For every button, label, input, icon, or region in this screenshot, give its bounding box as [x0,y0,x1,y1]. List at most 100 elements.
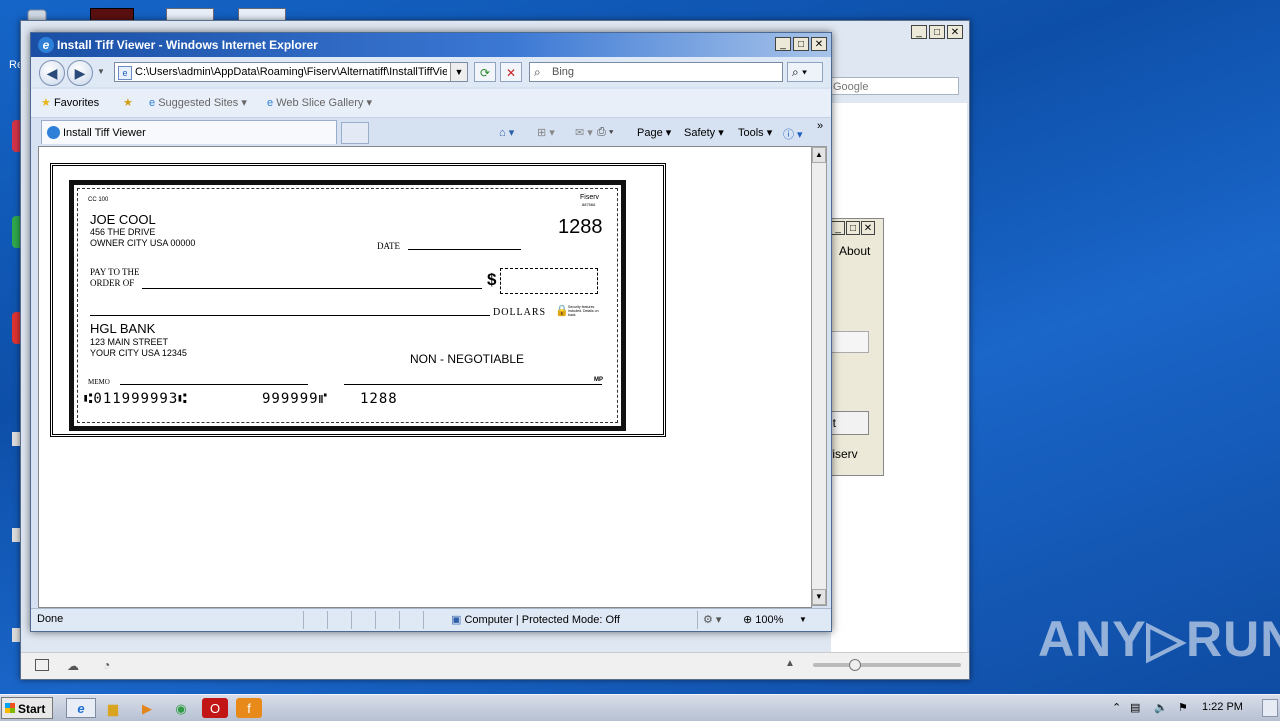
tab-title: Install Tiff Viewer [63,127,146,139]
protected-mode-icon[interactable]: ⚙ ▾ [703,613,721,626]
bank-address-1: 123 MAIN STREET [90,337,169,347]
about-menu[interactable]: About [839,244,870,258]
minimize-button[interactable]: _ [775,37,791,51]
bank-address-2: YOUR CITY USA 12345 [90,348,187,358]
feeds-icon[interactable]: ⊞ ▾ [537,126,555,139]
window-controls: _ □ ✕ [911,25,963,39]
home-icon[interactable]: ⌂ ▾ [499,126,514,139]
start-button[interactable]: Start [1,697,53,719]
new-tab-button[interactable] [341,122,369,144]
recent-pages-dropdown-icon[interactable]: ▼ [97,67,105,76]
more-tools-icon[interactable]: » [817,120,823,132]
view-icon[interactable] [35,659,49,671]
volume-icon[interactable]: 🔈 [1154,701,1168,714]
page-icon: e [118,66,132,80]
scroll-up-arrow[interactable]: ▲ [812,147,826,163]
search-input[interactable]: Bing [552,66,574,78]
amount-words-line [90,315,490,316]
ie-taskbar-icon[interactable]: e [66,698,96,718]
anyrun-watermark: ANY▷RUN [1038,611,1280,667]
fiserv-link[interactable]: fiserv [829,447,858,461]
text-field[interactable] [831,331,869,353]
minimize-button[interactable]: _ [831,221,845,235]
zoom-control[interactable]: ⊕ 100% [743,613,783,626]
tools-menu[interactable]: Tools ▾ [738,126,772,139]
page-menu[interactable]: Page ▾ [637,126,671,139]
payer-name: JOE COOL [90,212,156,227]
ie-window[interactable]: e Install Tiff Viewer - Windows Internet… [30,32,832,632]
add-favorite-icon[interactable]: ★ [123,96,133,109]
close-button[interactable]: ✕ [947,25,963,39]
tab-install-tiff-viewer[interactable]: Install Tiff Viewer [41,120,337,144]
search-input[interactable]: Google [829,77,959,95]
scroll-up-icon[interactable]: ▲ [785,658,795,669]
favorites-button[interactable]: ★ Favorites [41,96,99,109]
status-bar: ☁ ◔ ▲ [21,652,969,679]
security-note: Security features included. Details on b… [568,305,599,317]
gauge-icon[interactable]: ◔ [103,658,110,672]
clock[interactable]: 1:22 PM [1202,701,1243,713]
show-hidden-icons[interactable]: ⌃ [1112,701,1121,714]
non-negotiable-label: NON - NEGOTIABLE [410,352,525,366]
folder-icon[interactable]: ▆ [102,698,124,718]
cloud-icon[interactable]: ☁ [67,659,79,673]
chrome-icon[interactable]: ◉ [170,698,192,718]
forward-button[interactable]: ▶ [67,60,93,86]
installer-icon[interactable]: f [236,698,262,718]
star-icon: ★ [41,97,51,109]
zoom-slider[interactable] [813,659,961,671]
maximize-button[interactable]: □ [793,37,809,51]
mp-label: MP [594,377,603,383]
search-icon: ⌕ [534,65,541,79]
maximize-button[interactable]: □ [929,25,945,39]
favorites-bar: ★ Favorites ★ e Suggested Sites ▾ e Web … [31,89,831,118]
media-player-icon[interactable]: ▶ [136,698,158,718]
zoom-slider-knob[interactable] [849,659,861,671]
search-button[interactable]: ⌕ ▾ [787,62,823,82]
taskbar: Start e ▆ ▶ ◉ O f ⌃ ▤ 🔈 ⚑ 1:22 PM [0,694,1280,721]
micr-routing: ⑆011999993⑆ [84,391,188,407]
address-bar[interactable]: e C:\Users\admin\AppData\Roaming\Fiserv\… [114,62,468,82]
form-code: CC 100 [88,197,109,203]
computer-icon: ▣ [451,614,462,626]
page-content: CC 100 Fiserv 887566 JOE COOL 456 THE DR… [38,146,812,608]
maximize-button[interactable]: □ [846,221,860,235]
print-icon[interactable]: ⎙ ▾ [597,126,613,139]
tab-bar: Install Tiff Viewer ⌂ ▾ ⊞ ▾ ✉ ▾ ⎙ ▾ Page… [31,118,831,146]
close-button[interactable]: ✕ [811,37,827,51]
address-input[interactable]: C:\Users\admin\AppData\Roaming\Fiserv\Al… [135,66,447,78]
status-divider [303,611,304,629]
installer-dialog[interactable]: _ □ ✕ About it fiserv [828,218,884,476]
scroll-down-arrow[interactable]: ▼ [812,589,826,605]
mail-icon[interactable]: ✉ ▾ [575,126,593,139]
status-divider [351,611,352,629]
address-dropdown-icon[interactable]: ▼ [450,63,467,81]
minimize-button[interactable]: _ [911,25,927,39]
help-icon[interactable]: ⓘ ▾ [783,126,803,142]
close-button[interactable]: ✕ [861,221,875,235]
show-desktop-button[interactable] [1262,699,1278,717]
dialog-button[interactable]: it [829,411,869,435]
title-bar[interactable]: e Install Tiff Viewer - Windows Internet… [31,33,831,57]
status-divider [399,611,400,629]
stop-button[interactable]: ✕ [500,62,522,82]
back-button[interactable]: ◀ [39,60,65,86]
safety-menu[interactable]: Safety ▾ [684,126,724,139]
opera-icon[interactable]: O [202,698,228,718]
pay-to-label: PAY TO THE [90,267,140,277]
payer-address-1: 456 THE DRIVE [90,227,156,237]
memo-label: MEMO [88,378,110,386]
amount-box [500,268,598,294]
brand-code: 887566 [582,202,596,207]
search-box[interactable]: ⌕ Bing [529,62,783,82]
memo-line [120,384,308,385]
zoom-dropdown-icon[interactable]: ▼ [799,615,807,624]
web-slice-gallery-link[interactable]: e Web Slice Gallery ▾ [267,96,372,109]
suggested-sites-link[interactable]: e Suggested Sites ▾ [149,96,247,109]
bank-name: HGL BANK [90,321,156,336]
refresh-button[interactable]: ⟳ [474,62,496,82]
vertical-scrollbar[interactable]: ▲ ▼ [811,146,827,606]
action-center-flag-icon[interactable]: ⚑ [1178,701,1188,714]
security-zone[interactable]: ▣ Computer | Protected Mode: Off [451,613,620,626]
network-icon[interactable]: ▤ [1130,701,1140,714]
